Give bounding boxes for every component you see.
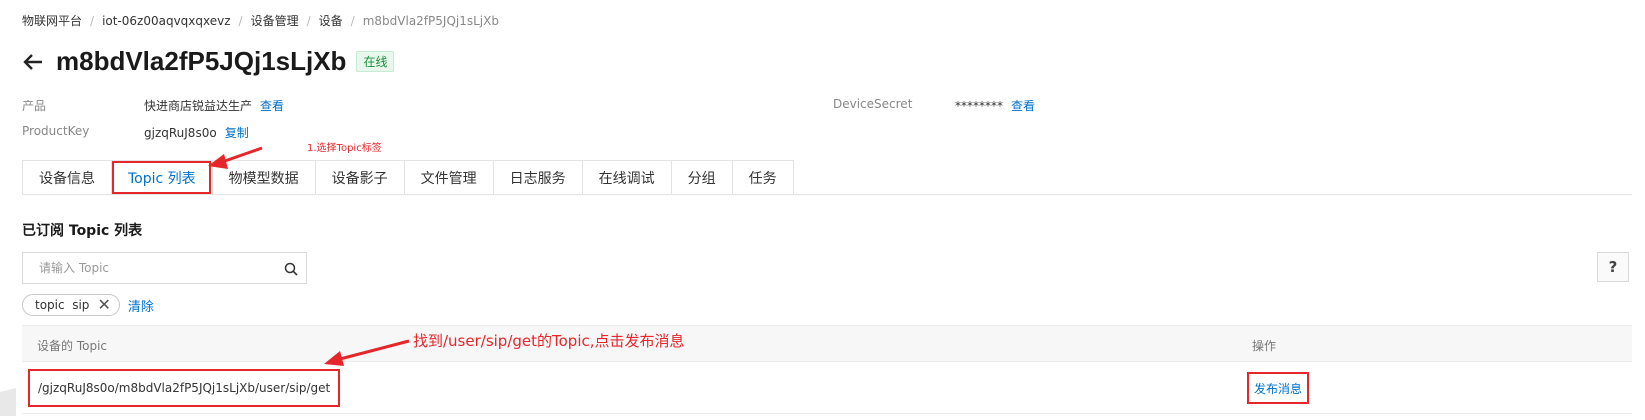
page-title: m8bdVla2fP5JQj1sLjXb [56,46,347,76]
section-title: 已订阅 Topic 列表 [22,223,143,239]
breadcrumb-separator: / [238,13,243,28]
close-icon[interactable]: ✕ [97,297,110,313]
help-button[interactable]: ? [1597,252,1629,282]
productkey-copy-link[interactable]: 复制 [225,126,249,140]
devicesecret-value-row: ******** 查看 [955,97,1035,114]
annotation-select-topic-tab: 1.选择Topic标签 [307,143,382,154]
breadcrumb: 物联网平台 / iot-06z00aqvqxqxevz / 设备管理 / 设备 … [22,12,499,29]
devicesecret-label: DeviceSecret [833,97,913,111]
search-box [22,252,307,284]
column-header-action: 操作 [1252,339,1277,353]
tab-topic-list[interactable]: Topic 列表 [111,160,212,195]
status-badge: 在线 [356,51,395,72]
breadcrumb-device-management[interactable]: 设备管理 [251,12,299,29]
product-value-row: 快进商店锐益达生产 查看 [144,97,284,114]
table-row: /gjzqRuJ8s0o/m8bdVla2fP5JQj1sLjXb/user/s… [22,362,1632,414]
topic-cell: /gjzqRuJ8s0o/m8bdVla2fP5JQj1sLjXb/user/s… [28,369,341,407]
devicesecret-view-link[interactable]: 查看 [1011,99,1035,113]
tab-log-service[interactable]: 日志服务 [492,160,582,195]
productkey-value-row: gjzqRuJ8s0o 复制 [144,124,249,141]
productkey-value: gjzqRuJ8s0o [144,126,217,140]
tab-device-info[interactable]: 设备信息 [22,160,111,195]
filter-tag: topic sip ✕ [22,294,120,316]
annotation-find-topic: 找到/user/sip/get的Topic,点击发布消息 [413,332,685,350]
filter-tag-label: topic sip [35,298,90,312]
topic-table: 设备的 Topic 操作 /gjzqRuJ8s0o/m8bdVla2fP5JQj… [22,325,1632,414]
devicesecret-value: ******** [955,99,1003,113]
breadcrumb-separator: / [90,13,95,28]
product-value: 快进商店锐益达生产 [144,99,253,113]
corner-shade [0,388,16,416]
search-icon[interactable] [284,261,298,276]
tab-thing-model-data[interactable]: 物模型数据 [211,160,315,195]
clear-filter-link[interactable]: 清除 [128,296,154,315]
tab-bar: 设备信息 Topic 列表 物模型数据 设备影子 文件管理 日志服务 在线调试 … [22,160,1632,195]
search-input[interactable] [37,260,284,276]
tab-file-management[interactable]: 文件管理 [403,160,493,195]
column-header-topic: 设备的 Topic [37,339,107,353]
publish-message-button[interactable]: 发布消息 [1247,372,1310,404]
product-label: 产品 [22,99,47,113]
product-view-link[interactable]: 查看 [260,99,284,113]
tab-online-debug[interactable]: 在线调试 [581,160,671,195]
arrow-left-icon[interactable] [22,51,44,73]
table-header: 设备的 Topic 操作 [22,325,1632,362]
breadcrumb-devices[interactable]: 设备 [319,12,343,29]
breadcrumb-instance[interactable]: iot-06z00aqvqxqxevz [102,14,230,28]
filter-row: topic sip ✕ 清除 [22,294,154,316]
breadcrumb-iot-platform[interactable]: 物联网平台 [22,12,82,29]
title-row: m8bdVla2fP5JQj1sLjXb 在线 [22,46,395,77]
breadcrumb-current-device: m8bdVla2fP5JQj1sLjXb [362,13,499,28]
tab-group[interactable]: 分组 [670,160,732,195]
breadcrumb-separator: / [306,13,311,28]
tab-task[interactable]: 任务 [731,160,794,195]
productkey-label: ProductKey [22,124,90,138]
breadcrumb-separator: / [350,13,355,28]
tab-bar-fill [793,160,1632,195]
tab-device-shadow[interactable]: 设备影子 [314,160,404,195]
